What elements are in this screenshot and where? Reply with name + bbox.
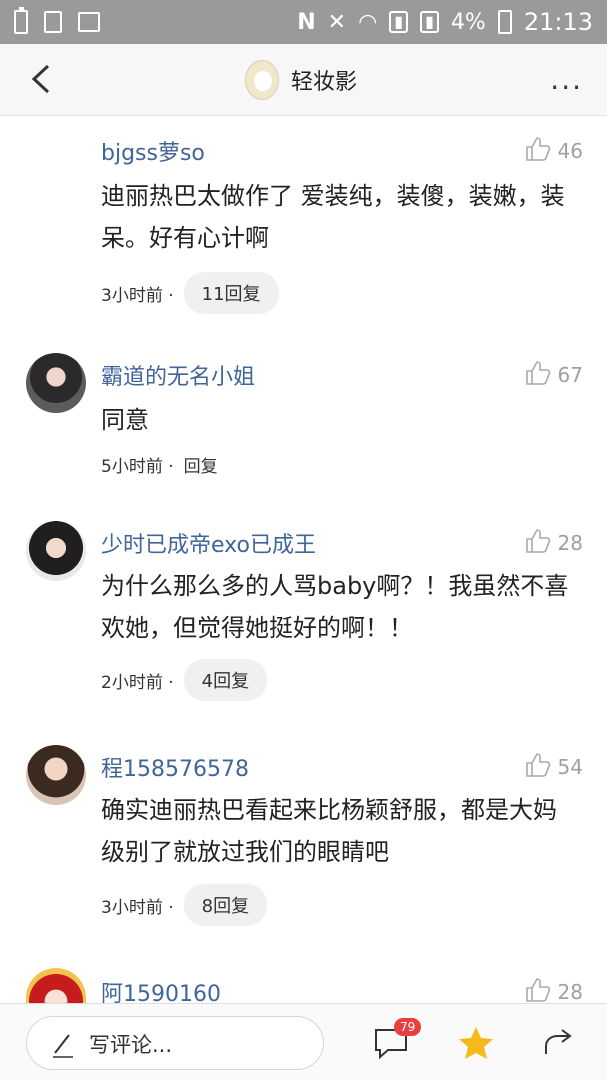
comment-username[interactable]: 程158576578 [101, 751, 249, 783]
title-group: 轻妆影 [245, 60, 357, 100]
comment-item: 霸道的无名小姐 67 同意 5小时前 · 回复 [0, 337, 607, 507]
comment-time: 3小时前 · [101, 285, 174, 306]
battery-icon [14, 7, 28, 34]
clock: 21:13 [523, 8, 593, 36]
comment-meta: 2小时前 · 4回复 [101, 659, 268, 701]
reply-button[interactable]: 回复 [184, 452, 218, 477]
reply-button[interactable]: 8回复 [183, 884, 268, 926]
more-options-icon[interactable]: ··· [550, 71, 583, 104]
signal-icon: ▮ [389, 11, 409, 33]
document-icon [44, 11, 62, 33]
comment-meta: 3小时前 · 11回复 [101, 272, 279, 314]
comment-item: 程158576578 54 确实迪丽热巴看起来比杨颖舒服，都是大妈级别了就放过我… [0, 727, 607, 952]
comment-item: 阿1590160 28 [0, 952, 607, 1003]
avatar[interactable] [26, 353, 86, 413]
share-icon[interactable] [540, 1024, 576, 1060]
nfc-icon: N [297, 9, 316, 35]
thumbs-up-icon [525, 137, 550, 161]
pencil-icon [53, 1034, 73, 1058]
write-comment-placeholder: 写评论... [89, 1033, 173, 1057]
channel-avatar[interactable] [245, 60, 279, 100]
star-favorite-icon[interactable] [457, 1024, 495, 1062]
reply-button[interactable]: 4回复 [183, 659, 268, 701]
like-button[interactable]: 54 [524, 751, 583, 779]
thumbs-up-icon [525, 978, 550, 1002]
like-button[interactable]: 46 [524, 135, 583, 163]
like-count: 54 [557, 755, 583, 779]
comment-list[interactable]: bjgss萝so 46 迪丽热巴太做作了 爱装纯，装傻，装嫩，装呆。好有心计啊 … [0, 117, 607, 1003]
thumbs-up-icon [525, 753, 550, 777]
thumbs-up-icon [525, 529, 550, 553]
page-title: 轻妆影 [291, 70, 358, 95]
wifi-icon: ◠ [358, 9, 378, 35]
signal-icon: ▮ [420, 11, 439, 33]
bottom-action-bar: 写评论... 79 [0, 1003, 607, 1080]
like-count: 67 [557, 363, 583, 387]
comment-username[interactable]: 阿1590160 [101, 976, 221, 1003]
comment-text: 同意 [101, 406, 149, 434]
like-button[interactable]: 28 [524, 976, 583, 1003]
comment-time: 5小时前 · [101, 457, 174, 477]
comment-meta: 5小时前 · 回复 [101, 452, 218, 477]
comment-count-badge: 79 [394, 1018, 422, 1036]
reply-button[interactable]: 11回复 [183, 272, 279, 314]
comment-username[interactable]: 少时已成帝exo已成王 [101, 527, 316, 559]
comment-username[interactable]: bjgss萝so [101, 135, 205, 167]
status-bar: N ✕ ◠ ▮ ▮ 4% 21:13 [0, 0, 607, 44]
comment-item: 少时已成帝exo已成王 28 为什么那么多的人骂baby啊？！我虽然不喜欢她，但… [0, 507, 607, 727]
like-button[interactable]: 67 [524, 359, 583, 387]
comment-text: 迪丽热巴太做作了 爱装纯，装傻，装嫩，装呆。好有心计啊 [101, 182, 565, 252]
comment-time: 3小时前 · [101, 897, 174, 918]
avatar[interactable] [26, 745, 86, 805]
mute-icon: ✕ [327, 9, 347, 35]
comment-meta: 3小时前 · 8回复 [101, 884, 268, 926]
like-count: 28 [557, 531, 583, 555]
like-count: 28 [557, 980, 583, 1003]
image-icon [78, 12, 100, 32]
back-arrow-icon[interactable] [26, 62, 60, 96]
write-comment-input[interactable]: 写评论... [26, 1016, 324, 1070]
comment-text: 确实迪丽热巴看起来比杨颖舒服，都是大妈级别了就放过我们的眼睛吧 [101, 796, 557, 866]
top-navigation-bar: 轻妆影 ··· [0, 44, 607, 116]
avatar[interactable] [26, 521, 86, 581]
comment-username[interactable]: 霸道的无名小姐 [101, 359, 255, 391]
like-count: 46 [557, 139, 583, 163]
comment-time: 2小时前 · [101, 672, 174, 693]
like-button[interactable]: 28 [524, 527, 583, 555]
thumbs-up-icon [525, 361, 550, 385]
comment-item: bjgss萝so 46 迪丽热巴太做作了 爱装纯，装傻，装嫩，装呆。好有心计啊 … [0, 117, 607, 337]
battery-percent: 4% [450, 9, 486, 35]
battery-icon [497, 10, 512, 34]
avatar[interactable] [26, 968, 86, 1003]
comment-text: 为什么那么多的人骂baby啊？！我虽然不喜欢她，但觉得她挺好的啊！！ [101, 572, 569, 642]
